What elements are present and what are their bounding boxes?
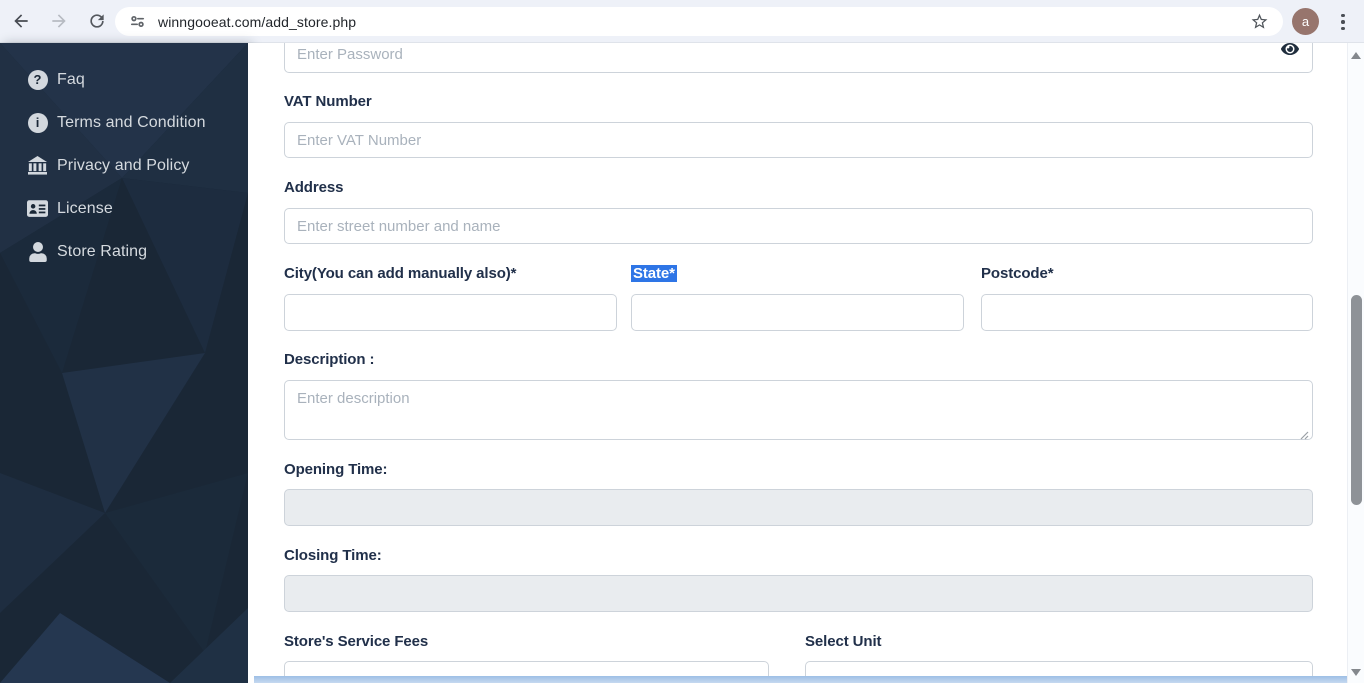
service-fees-label: Store's Service Fees — [284, 633, 429, 650]
browser-toolbar: winngooeat.com/add_store.php a — [0, 0, 1364, 43]
opening-time-input[interactable] — [284, 489, 1313, 526]
eye-icon — [1281, 43, 1299, 55]
password-visibility-toggle[interactable] — [1281, 43, 1299, 58]
browser-window: winngooeat.com/add_store.php a ? Faq i T… — [0, 0, 1364, 683]
state-label-selected-text: State* — [631, 265, 677, 282]
sidebar-nav: ? Faq i Terms and Condition Privacy and … — [0, 58, 248, 273]
state-input[interactable] — [631, 294, 964, 331]
city-input[interactable] — [284, 294, 617, 331]
back-arrow-icon — [14, 14, 28, 28]
id-card-icon — [27, 198, 48, 219]
city-label: City(You can add manually also)* — [284, 265, 517, 282]
sidebar-item-label: Privacy and Policy — [57, 156, 190, 174]
vat-label: VAT Number — [284, 93, 372, 110]
bottom-selection-strip — [254, 676, 1347, 683]
scrollbar-thumb[interactable] — [1351, 295, 1362, 505]
reload-icon — [90, 14, 104, 28]
reload-button[interactable] — [80, 4, 114, 38]
profile-avatar[interactable]: a — [1292, 8, 1319, 35]
browser-menu-button[interactable] — [1336, 9, 1350, 35]
sidebar-item-store-rating[interactable]: Store Rating — [0, 230, 248, 273]
forward-button[interactable] — [42, 4, 76, 38]
sidebar-item-label: Store Rating — [57, 242, 148, 260]
page-body: ? Faq i Terms and Condition Privacy and … — [0, 43, 1364, 683]
closing-time-input[interactable] — [284, 575, 1313, 612]
sidebar-item-privacy[interactable]: Privacy and Policy — [0, 144, 248, 187]
closing-time-label: Closing Time: — [284, 547, 382, 564]
sidebar-item-faq[interactable]: ? Faq — [0, 58, 248, 101]
description-textarea[interactable] — [284, 380, 1313, 440]
address-input[interactable] — [284, 208, 1313, 244]
site-settings-icon[interactable] — [129, 13, 146, 30]
state-label: State* — [631, 265, 677, 282]
sidebar-item-license[interactable]: License — [0, 187, 248, 230]
question-circle-icon: ? — [27, 69, 48, 90]
user-icon — [27, 241, 48, 262]
address-label: Address — [284, 179, 344, 196]
select-unit-label: Select Unit — [805, 633, 882, 650]
sidebar-item-label: License — [57, 199, 113, 217]
forward-arrow-icon — [52, 14, 66, 28]
back-button[interactable] — [4, 4, 38, 38]
scroll-up-arrow-icon[interactable] — [1351, 52, 1361, 59]
description-label: Description : — [284, 351, 375, 368]
sidebar-item-terms[interactable]: i Terms and Condition — [0, 101, 248, 144]
page-scrollbar[interactable] — [1347, 43, 1364, 683]
postcode-input[interactable] — [981, 294, 1313, 331]
opening-time-label: Opening Time: — [284, 461, 388, 478]
sidebar: ? Faq i Terms and Condition Privacy and … — [0, 43, 248, 683]
add-store-form: VAT Number Address City(You can add manu… — [248, 43, 1347, 683]
postcode-label: Postcode* — [981, 265, 1054, 282]
sidebar-item-label: Faq — [57, 70, 85, 88]
sidebar-item-label: Terms and Condition — [57, 113, 206, 131]
url-text: winngooeat.com/add_store.php — [158, 13, 357, 30]
bank-icon — [27, 155, 48, 176]
vat-input[interactable] — [284, 122, 1313, 158]
url-bar[interactable]: winngooeat.com/add_store.php — [115, 7, 1283, 36]
bookmark-star-icon[interactable] — [1250, 12, 1269, 31]
scroll-down-arrow-icon[interactable] — [1351, 669, 1361, 676]
password-input[interactable] — [284, 43, 1313, 73]
info-circle-icon: i — [27, 112, 48, 133]
